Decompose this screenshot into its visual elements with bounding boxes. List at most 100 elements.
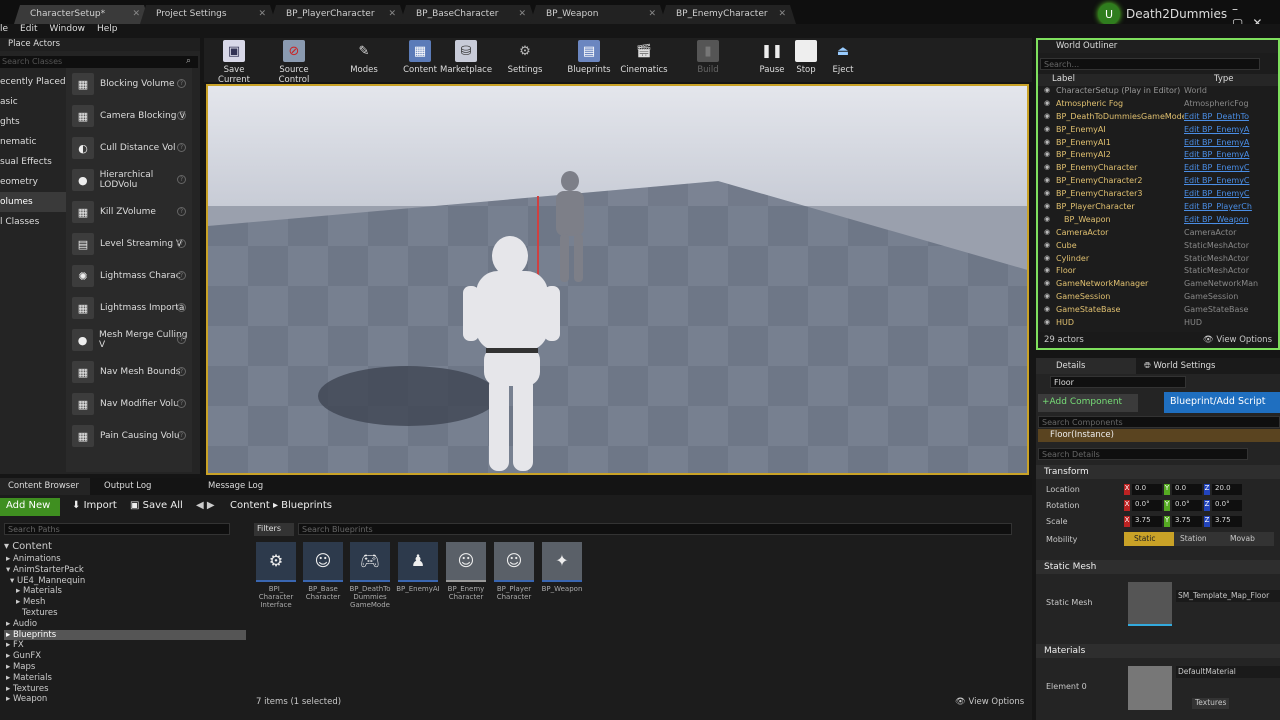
- marketplace-button[interactable]: ⛁ Marketplace: [440, 40, 492, 75]
- help-icon[interactable]: ?: [177, 111, 186, 120]
- visibility-eye-icon[interactable]: ◉: [1038, 318, 1056, 331]
- search-components-input[interactable]: Search Components: [1038, 416, 1280, 428]
- visibility-eye-icon[interactable]: ◉: [1038, 279, 1056, 292]
- category-lights[interactable]: ghts: [0, 112, 66, 132]
- list-item[interactable]: ● Hierarchical LODVolu?: [66, 164, 192, 196]
- filters-button[interactable]: Filters: [254, 523, 294, 536]
- col-type[interactable]: Type: [1214, 74, 1234, 86]
- close-icon[interactable]: ✕: [258, 9, 266, 19]
- asset-tile-selected[interactable]: ☺ BP_Enemy Character: [443, 542, 489, 601]
- list-item[interactable]: ◐ Cull Distance Vol?: [66, 132, 192, 164]
- static-mesh-section[interactable]: Static Mesh: [1036, 560, 1280, 574]
- textures-dropdown[interactable]: Textures: [1192, 698, 1230, 709]
- outliner-row[interactable]: ◉ BP_Weapon Edit BP_Weapon: [1038, 215, 1278, 228]
- asset-tile[interactable]: ⚙ BPI_ Character Interface: [253, 542, 299, 609]
- outliner-row-type[interactable]: Edit BP_EnemyC: [1184, 176, 1250, 189]
- visibility-eye-icon[interactable]: ◉: [1038, 138, 1056, 151]
- actor-name-field[interactable]: Floor: [1050, 376, 1186, 388]
- settings-button[interactable]: ⚙ Settings: [506, 40, 544, 76]
- search-classes-input[interactable]: Search Classes: [0, 56, 198, 68]
- blueprint-add-script-button[interactable]: Blueprint/Add Script: [1164, 392, 1280, 413]
- tree-folder[interactable]: ▸ Materials: [4, 673, 246, 684]
- search-details-input[interactable]: Search Details: [1038, 448, 1248, 460]
- category-cinematic[interactable]: nematic: [0, 132, 66, 152]
- list-item[interactable]: ▦ Kill ZVolume?: [66, 196, 192, 228]
- tree-folder[interactable]: ▸ Audio: [4, 619, 246, 630]
- asset-tile[interactable]: ✦ BP_Weapon: [539, 542, 585, 593]
- visibility-eye-icon[interactable]: ◉: [1038, 228, 1056, 241]
- outliner-row-type[interactable]: Edit BP_EnemyA: [1184, 138, 1249, 151]
- tree-folder[interactable]: ▸ Textures: [4, 684, 246, 695]
- transform-section[interactable]: Transform: [1036, 465, 1280, 479]
- tab-bp-playercharacter[interactable]: BP_PlayerCharacter ✕: [270, 5, 406, 24]
- tree-folder[interactable]: ▸ Maps: [4, 662, 246, 673]
- scale-fields[interactable]: X 3.75 Y 3.75 Z 3.75: [1124, 516, 1242, 527]
- material-dropdown[interactable]: DefaultMaterial: [1176, 666, 1280, 678]
- tree-folder[interactable]: Textures: [4, 608, 246, 619]
- asset-tile[interactable]: 🎮︎ BP_DeathTo Dummies GameMode: [347, 542, 393, 609]
- close-icon[interactable]: ✕: [648, 9, 656, 19]
- list-item[interactable]: ▤ Level Streaming V?: [66, 228, 192, 260]
- category-all-classes[interactable]: l Classes: [0, 212, 66, 232]
- view-options-button[interactable]: 👁︎ View Options: [1203, 335, 1272, 345]
- outliner-row-type[interactable]: Edit BP_Weapon: [1184, 215, 1249, 228]
- visibility-eye-icon[interactable]: ◉: [1038, 189, 1056, 202]
- close-icon[interactable]: ✕: [778, 9, 786, 19]
- outliner-row[interactable]: ◉ GameNetworkManager GameNetworkMan: [1038, 279, 1278, 292]
- import-button[interactable]: ⬇︎ Import: [72, 500, 117, 511]
- col-label[interactable]: Label: [1052, 74, 1214, 86]
- outliner-row[interactable]: ◉ GameStateBase GameStateBase: [1038, 305, 1278, 318]
- category-basic[interactable]: asic: [0, 92, 66, 112]
- close-icon[interactable]: ✕: [132, 9, 140, 19]
- outliner-row[interactable]: ◉ BP_DeathToDummiesGameMode Edit BP_DeathT…: [1038, 112, 1278, 125]
- add-component-button[interactable]: +Add Component: [1038, 394, 1138, 412]
- help-icon[interactable]: ?: [177, 79, 186, 88]
- help-icon[interactable]: ?: [177, 207, 186, 216]
- menu-window[interactable]: Window: [49, 24, 85, 38]
- level-viewport[interactable]: [206, 84, 1029, 475]
- help-icon[interactable]: ?: [177, 175, 186, 184]
- outliner-row[interactable]: ◉ BP_EnemyAI Edit BP_EnemyA: [1038, 125, 1278, 138]
- tab-charactersetup[interactable]: CharacterSetup* ✕: [14, 5, 150, 24]
- modes-button[interactable]: ✎ Modes: [344, 40, 384, 76]
- outliner-row-type[interactable]: Edit BP_EnemyA: [1184, 150, 1249, 163]
- tab-bp-weapon[interactable]: BP_Weapon ✕: [530, 5, 666, 24]
- static-mesh-dropdown[interactable]: SM_Template_Map_Floor: [1176, 590, 1280, 602]
- list-item[interactable]: ▦ Pain Causing Volu?: [66, 420, 192, 452]
- outliner-row[interactable]: ◉ GameSession GameSession: [1038, 292, 1278, 305]
- help-icon[interactable]: ?: [177, 367, 186, 376]
- eject-button[interactable]: ⏏ Eject: [828, 40, 858, 76]
- close-icon[interactable]: ✕: [388, 9, 396, 19]
- list-item[interactable]: ▦ Lightmass Importa?: [66, 292, 192, 324]
- visibility-eye-icon[interactable]: ◉: [1038, 266, 1056, 279]
- material-thumbnail[interactable]: [1128, 666, 1172, 710]
- menu-edit[interactable]: Edit: [20, 24, 37, 38]
- mobility-movable[interactable]: Movab: [1224, 532, 1274, 546]
- tab-output-log[interactable]: Output Log: [90, 478, 194, 495]
- tab-world-settings[interactable]: 🌐︎ World Settings: [1136, 358, 1215, 374]
- breadcrumb[interactable]: Content ▸ Blueprints: [230, 500, 332, 511]
- help-icon[interactable]: ?: [177, 271, 186, 280]
- outliner-row-type[interactable]: Edit BP_EnemyC: [1184, 163, 1250, 176]
- outliner-row[interactable]: ◉ CharacterSetup (Play in Editor) World: [1038, 86, 1278, 99]
- view-options-button[interactable]: 👁︎ View Options: [955, 697, 1024, 707]
- category-recently-placed[interactable]: ecently Placed: [0, 72, 66, 92]
- outliner-row[interactable]: ◉ Cylinder StaticMeshActor: [1038, 254, 1278, 267]
- tree-folder[interactable]: ▸ Mesh: [4, 597, 246, 608]
- tab-details[interactable]: Details: [1036, 358, 1136, 374]
- mesh-thumbnail[interactable]: [1128, 582, 1172, 626]
- outliner-row-type[interactable]: Edit BP_EnemyC: [1184, 189, 1250, 202]
- outliner-row[interactable]: ◉ Atmospheric Fog AtmosphericFog: [1038, 99, 1278, 112]
- blueprints-button[interactable]: ▤ Blueprints: [564, 40, 614, 75]
- add-new-button[interactable]: Add New: [0, 498, 60, 516]
- outliner-row[interactable]: ◉ BP_PlayerCharacter Edit BP_PlayerCh: [1038, 202, 1278, 215]
- tab-project-settings[interactable]: Project Settings ✕: [140, 5, 276, 24]
- outliner-row[interactable]: ◉ BP_EnemyCharacter3 Edit BP_EnemyC: [1038, 189, 1278, 202]
- outliner-search-input[interactable]: Search...: [1040, 58, 1260, 70]
- nav-arrows[interactable]: ◀ ▶: [196, 500, 215, 511]
- tab-message-log[interactable]: Message Log: [194, 478, 277, 495]
- asset-tile[interactable]: ♟ BP_EnemyAI: [395, 542, 441, 593]
- tab-bp-basecharacter[interactable]: BP_BaseCharacter ✕: [400, 5, 536, 24]
- materials-section[interactable]: Materials: [1036, 644, 1280, 658]
- visibility-eye-icon[interactable]: ◉: [1038, 112, 1056, 125]
